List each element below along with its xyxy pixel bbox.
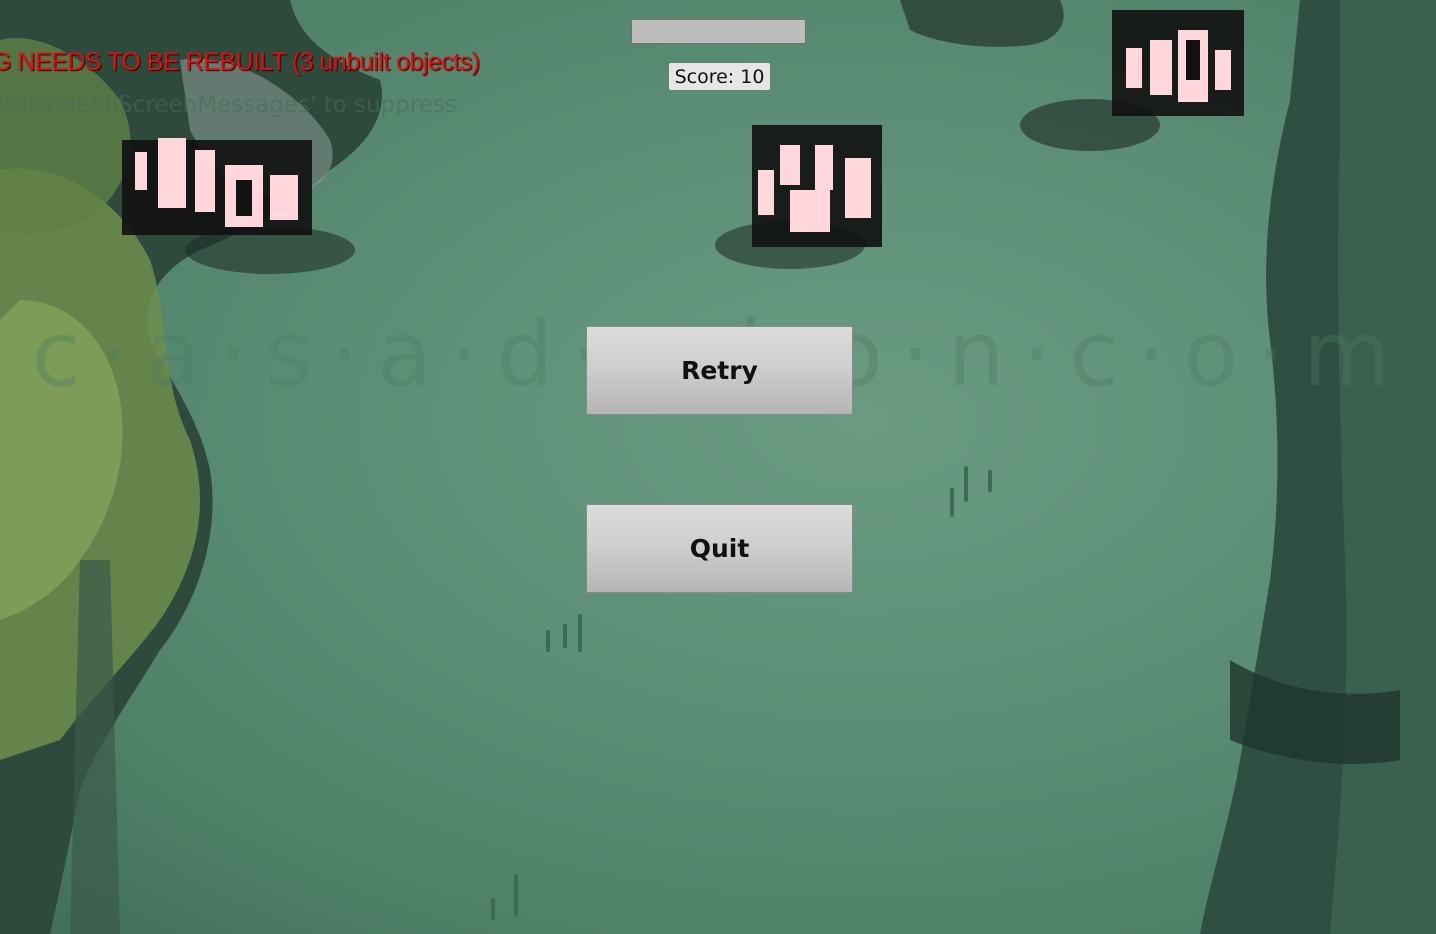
right-tree bbox=[900, 0, 1436, 934]
health-bar-fill bbox=[632, 20, 805, 43]
suppress-messages-hint: 'DisableAllScreenMessages' to suppress bbox=[0, 92, 457, 118]
health-bar bbox=[631, 19, 806, 44]
quit-button[interactable]: Quit bbox=[586, 504, 853, 593]
game-viewport: c·a·s·a·d·e·l·o·n·c·o·m bbox=[0, 0, 1436, 934]
lighting-rebuild-warning: G NEEDS TO BE REBUILT (3 unbuilt objects… bbox=[0, 48, 480, 76]
retry-button[interactable]: Retry bbox=[586, 326, 853, 415]
score-display: Score: 10 bbox=[669, 63, 770, 90]
forest-background: c·a·s·a·d·e·l·o·n·c·o·m bbox=[0, 0, 1436, 934]
enemy-bat-middle bbox=[715, 125, 882, 269]
